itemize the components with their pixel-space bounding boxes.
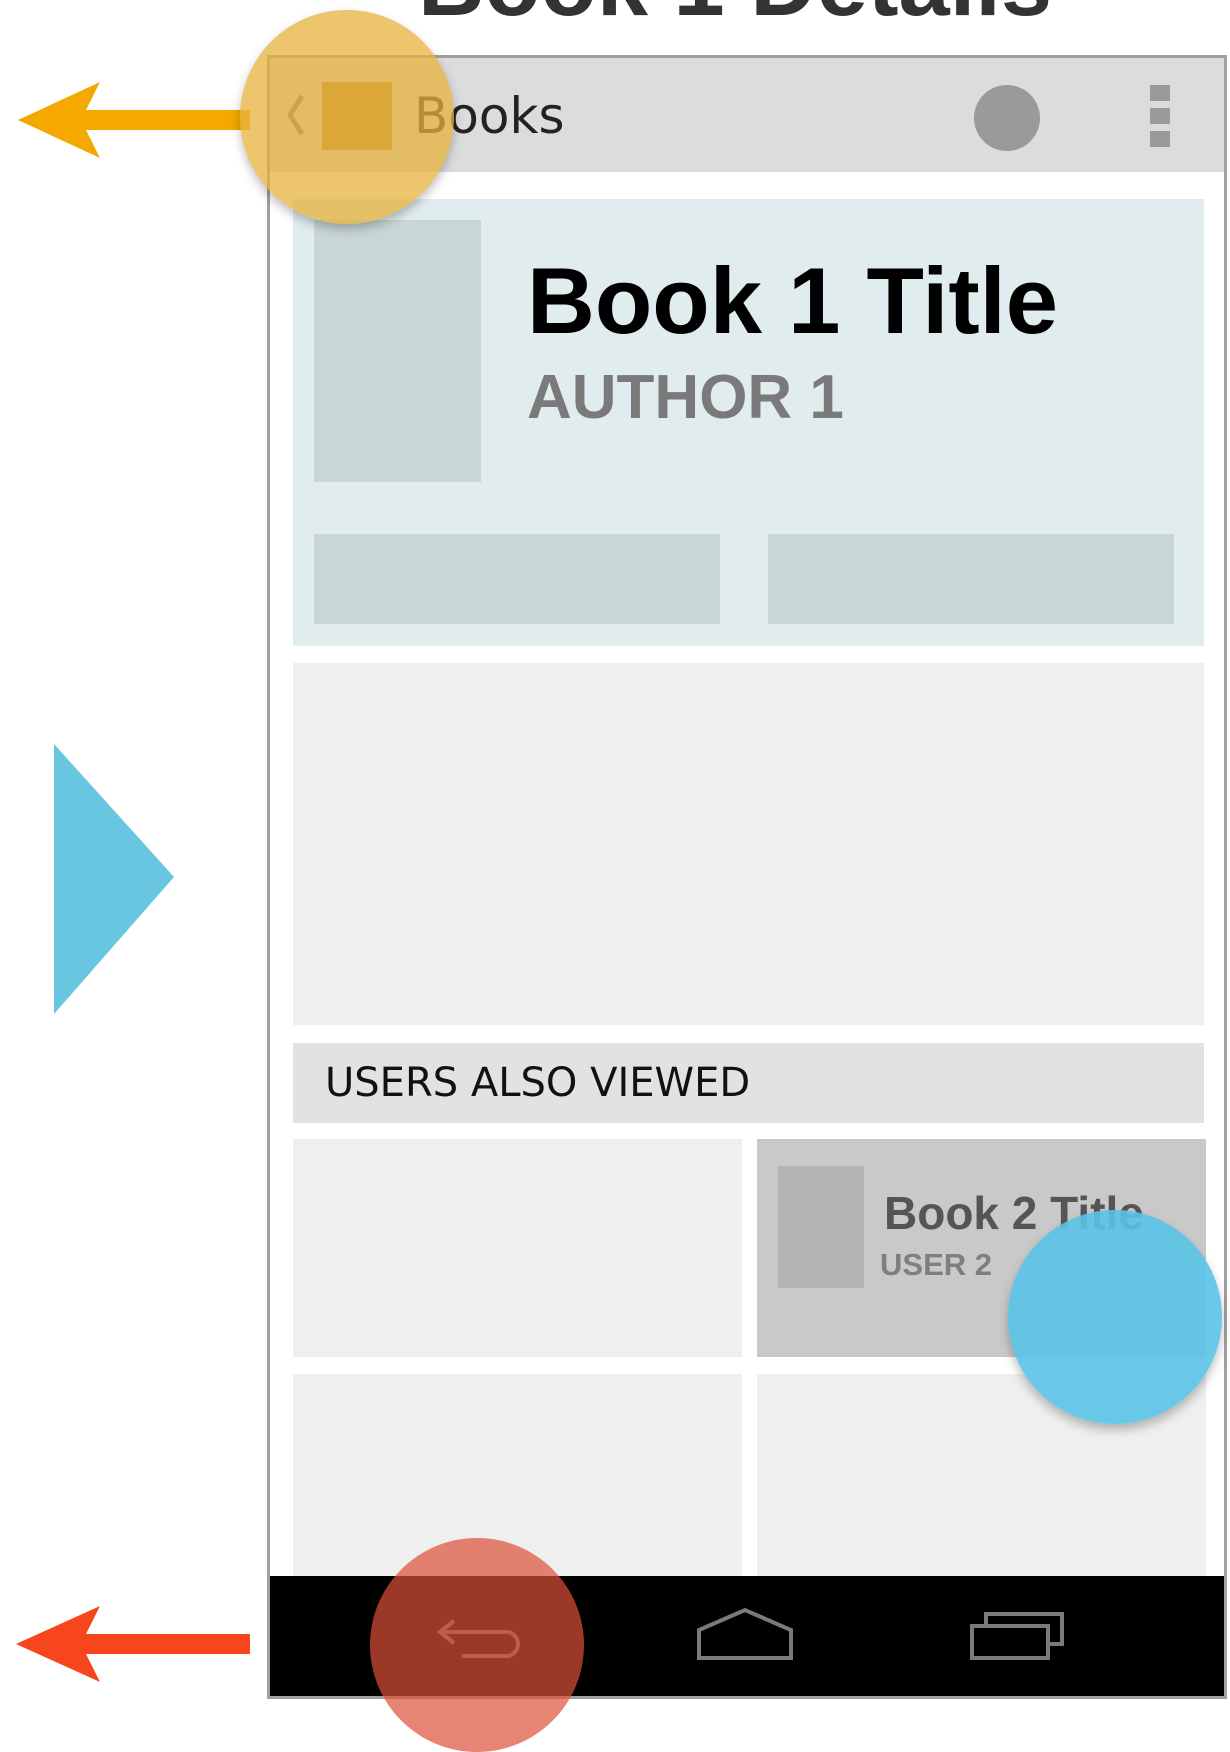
recents-icon[interactable] xyxy=(968,1606,1068,1666)
book-header-card: Book 1 Title AUTHOR 1 xyxy=(293,199,1204,646)
related-book-user: USER 2 xyxy=(880,1247,992,1282)
arrow-left-icon xyxy=(16,1606,250,1682)
phone-frame: Books Book 1 Title AUTHOR 1 USERS ALSO V… xyxy=(267,55,1227,1699)
play-triangle-icon xyxy=(54,744,174,1014)
section-header: USERS ALSO VIEWED xyxy=(293,1043,1204,1123)
home-icon[interactable] xyxy=(695,1606,795,1666)
touch-indicator xyxy=(370,1538,584,1752)
related-book-tile[interactable] xyxy=(293,1139,742,1357)
primary-action-button[interactable] xyxy=(314,534,720,624)
touch-indicator xyxy=(240,10,454,224)
book-title: Book 1 Title xyxy=(527,248,1059,353)
overflow-menu-icon[interactable] xyxy=(1150,85,1170,147)
arrow-left-icon xyxy=(18,82,250,158)
page-title: Book 1 Details xyxy=(418,0,1052,30)
book-description xyxy=(293,663,1204,1025)
secondary-action-button[interactable] xyxy=(768,534,1174,624)
circle-action-icon[interactable] xyxy=(974,85,1040,151)
related-book-cover xyxy=(778,1166,864,1288)
book-cover xyxy=(314,220,481,482)
book-author[interactable]: AUTHOR 1 xyxy=(527,363,844,433)
section-header-label: USERS ALSO VIEWED xyxy=(325,1060,751,1106)
touch-indicator xyxy=(1008,1210,1222,1424)
